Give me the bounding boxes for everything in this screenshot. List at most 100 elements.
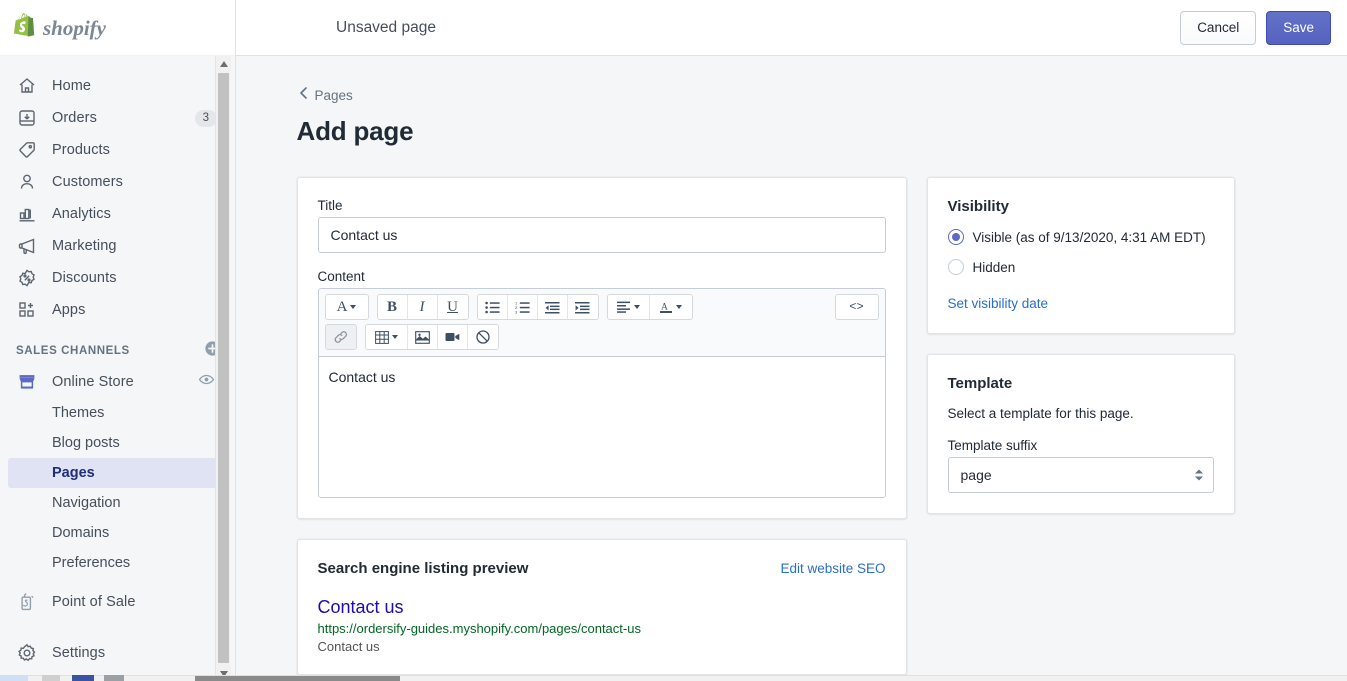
breadcrumb[interactable]: Pages (297, 86, 1287, 104)
eye-icon[interactable] (198, 371, 215, 393)
products-tag-icon (16, 139, 38, 161)
text-color-icon[interactable]: A (649, 295, 692, 319)
outdent-icon[interactable] (537, 295, 568, 319)
visibility-body: Visibility Visible (as of 9/13/2020, 4:3… (928, 178, 1234, 333)
title-input[interactable] (317, 217, 886, 253)
radio-visible[interactable] (947, 229, 964, 245)
insert-link-icon[interactable] (325, 325, 356, 349)
sidebar-sub-label: Preferences (52, 555, 131, 571)
sidebar-item-pages[interactable]: Pages (8, 458, 227, 488)
editor-content-area[interactable]: Contact us (318, 357, 885, 497)
insert-video-icon[interactable] (437, 325, 468, 349)
template-card: Template Select a template for this page… (926, 354, 1235, 514)
sidebar-item-apps[interactable]: Apps (8, 294, 227, 326)
apps-grid-plus-icon (16, 299, 38, 321)
sidebar-item-label: Marketing (52, 238, 117, 254)
set-visibility-date-link[interactable]: Set visibility date (948, 296, 1049, 311)
taskbar-item-4[interactable] (104, 675, 124, 681)
sidebar-scrollbar-thumb[interactable] (218, 73, 229, 663)
home-icon (16, 75, 38, 97)
orders-icon (16, 107, 38, 129)
seo-preview-title[interactable]: Contact us (318, 597, 886, 618)
sidebar-item-label: Online Store (52, 374, 134, 390)
bold-icon[interactable]: B (377, 295, 408, 319)
page-horizontal-scrollbar[interactable] (195, 676, 400, 681)
editor-toolbar-row-1: A B I U 1 2 3 A <> (324, 294, 879, 320)
scroll-up-arrow[interactable] (216, 56, 231, 71)
taskbar-item-2[interactable] (42, 675, 60, 681)
sidebar-item-preferences[interactable]: Preferences (8, 548, 227, 578)
sidebar-item-blog-posts[interactable]: Blog posts (8, 428, 227, 458)
visibility-heading: Visibility (947, 198, 1009, 215)
code-view-icon[interactable]: <> (835, 295, 878, 319)
sidebar-item-marketing[interactable]: Marketing (8, 230, 227, 262)
sidebar-scrollbar[interactable] (215, 56, 231, 681)
sidebar-item-analytics[interactable]: Analytics (8, 198, 227, 230)
sidebar-item-orders[interactable]: Orders 3 (8, 102, 227, 134)
radio-hidden-label: Hidden (972, 259, 1016, 275)
seo-preview-body: Search engine listing preview Edit websi… (298, 540, 906, 674)
customers-person-icon (16, 171, 38, 193)
underline-icon[interactable]: U (437, 295, 468, 319)
svg-text:3: 3 (515, 309, 518, 314)
align-color-group: A (606, 294, 693, 320)
radio-hidden[interactable] (947, 259, 964, 275)
bulleted-list-icon[interactable] (477, 295, 508, 319)
visibility-option-hidden[interactable]: Hidden (947, 259, 1214, 275)
marketing-megaphone-icon (16, 235, 38, 257)
page-title: Add page (296, 116, 414, 146)
clear-formatting-icon[interactable] (467, 325, 498, 349)
indent-icon[interactable] (567, 295, 598, 319)
editor-toolbar: A B I U 1 2 3 A <> (318, 289, 885, 357)
sales-channels-label: SALES CHANNELS (16, 345, 130, 357)
sidebar-item-online-store[interactable]: Online Store (8, 366, 227, 398)
align-icon[interactable] (607, 295, 650, 319)
insert-group (364, 324, 499, 350)
shopify-admin-app: shopify Home Orders 3 Products Customers… (0, 0, 1347, 681)
sidebar-item-domains[interactable]: Domains (8, 518, 227, 548)
pos-bag-icon (16, 591, 38, 613)
sidebar-item-label: Products (52, 142, 111, 158)
shopify-logo[interactable]: shopify (0, 0, 235, 56)
sidebar-item-label: Home (52, 78, 92, 94)
insert-table-icon[interactable] (365, 325, 408, 349)
seo-heading: Search engine listing preview (317, 560, 529, 577)
sidebar-item-label: Settings (52, 645, 106, 661)
sidebar-sub-label: Domains (52, 525, 110, 541)
primary-column: Title Content A (296, 177, 907, 681)
sidebar-item-label: Analytics (52, 206, 111, 222)
sidebar-item-home[interactable]: Home (8, 70, 227, 102)
template-body: Template Select a template for this page… (928, 355, 1234, 513)
sidebar-sub-label: Themes (52, 405, 105, 421)
title-field-label: Title (317, 198, 343, 213)
cancel-button[interactable]: Cancel (1180, 10, 1257, 45)
sidebar-item-settings[interactable]: Settings (8, 637, 227, 669)
storefront-icon (16, 371, 38, 393)
content-field-label: Content (317, 269, 365, 284)
taskbar-item-1[interactable] (0, 675, 28, 681)
sidebar-item-point-of-sale[interactable]: Point of Sale (8, 586, 227, 618)
sidebar-item-navigation[interactable]: Navigation (8, 488, 227, 518)
visibility-option-visible[interactable]: Visible (as of 9/13/2020, 4:31 AM EDT) (947, 229, 1214, 245)
seo-preview-url: https://ordersify-guides.myshopify.com/p… (317, 621, 641, 636)
sidebar-item-discounts[interactable]: Discounts (8, 262, 227, 294)
text-style-group: B I U (376, 294, 469, 320)
sidebar-item-label: Discounts (52, 270, 117, 286)
context-bar: Unsaved page Cancel Save (236, 0, 1347, 56)
list-indent-group: 123 (476, 294, 599, 320)
sidebar-item-label: Apps (52, 302, 86, 318)
sidebar-item-themes[interactable]: Themes (8, 398, 227, 428)
italic-icon[interactable]: I (407, 295, 438, 319)
breadcrumb-label: Pages (314, 87, 353, 103)
sidebar-item-products[interactable]: Products (8, 134, 227, 166)
save-button[interactable]: Save (1266, 10, 1331, 45)
sidebar-item-customers[interactable]: Customers (8, 166, 227, 198)
taskbar-item-3[interactable] (72, 675, 94, 681)
numbered-list-icon[interactable]: 123 (507, 295, 538, 319)
insert-image-icon[interactable] (407, 325, 438, 349)
template-description: Select a template for this page. (947, 406, 1134, 421)
edit-website-seo-link[interactable]: Edit website SEO (780, 561, 885, 576)
template-suffix-select[interactable]: page (947, 457, 1214, 493)
page-details-body: Title Content A (298, 178, 906, 518)
format-font-icon[interactable]: A (325, 295, 368, 319)
